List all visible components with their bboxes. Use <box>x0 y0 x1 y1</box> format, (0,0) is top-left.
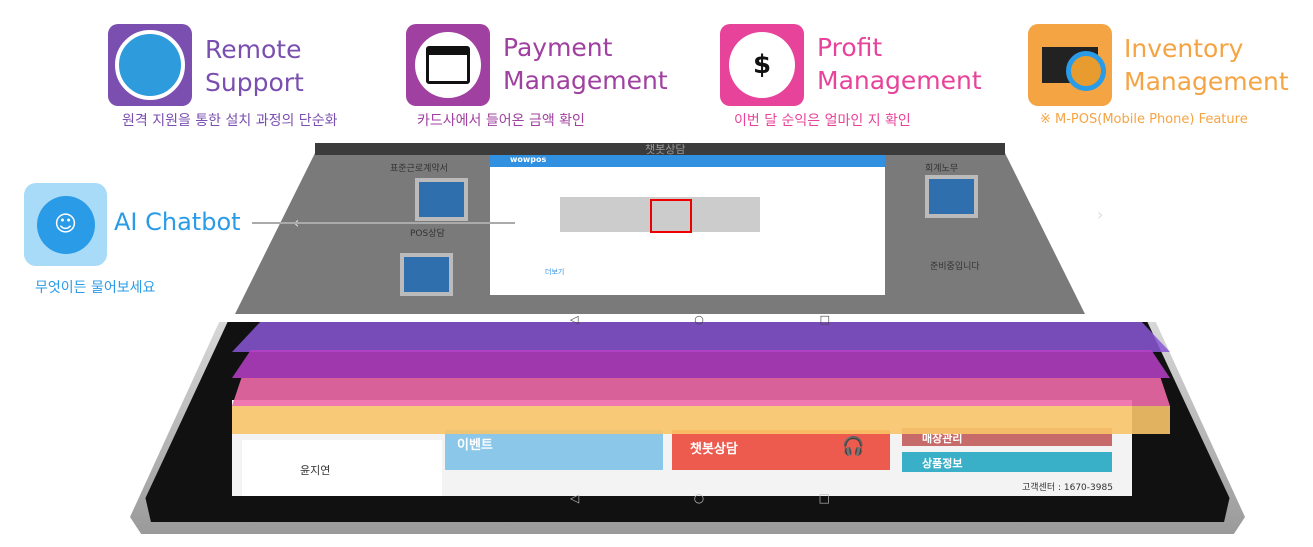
profit-management-subtitle: 이번 달 순익은 얼마인 지 확인 <box>734 113 911 129</box>
home-icon[interactable]: ○ <box>694 491 704 505</box>
tile-product-label: 상품정보 <box>922 457 963 470</box>
profit-management-title: Profit Management <box>817 33 982 95</box>
left-top-label: 표준근로계약서 <box>390 164 448 174</box>
layer-stack <box>232 322 1170 437</box>
tile-chatbot-label: 챗봇상담 <box>690 442 738 457</box>
highlight-box <box>650 199 692 233</box>
document-card-left-top[interactable] <box>415 178 468 221</box>
chatbot-title: AI Chatbot <box>114 208 241 236</box>
user-name: 윤지연 <box>300 464 331 477</box>
profit-chart-icon: $ <box>720 24 804 106</box>
user-card: 윤지연 <box>242 440 442 496</box>
inventory-management-subtitle: ※ M-POS(Mobile Phone) Feature <box>1040 112 1248 127</box>
right-top-label: 회계노무 <box>925 164 959 174</box>
chat-more-link[interactable]: 더보기 <box>545 267 564 277</box>
layer-magenta <box>232 350 1170 378</box>
credit-card-icon <box>406 24 490 106</box>
inventory-management-title: Inventory Management <box>1124 34 1289 96</box>
top-nav-bar: ◁ ○ □ <box>570 313 830 326</box>
layer-pink <box>232 378 1170 406</box>
chatbot-subtitle: 무엇이든 물어보세요 <box>35 280 156 296</box>
chatbot-connector-line <box>252 222 515 224</box>
chat-name: wowpos <box>510 155 547 164</box>
chat-panel: wowpos 더보기 <box>490 155 885 295</box>
tile-product[interactable]: 상품정보 <box>902 452 1112 472</box>
next-arrow-icon[interactable]: › <box>1097 205 1103 224</box>
inventory-search-icon <box>1028 24 1112 106</box>
left-bottom-label: POS상담 <box>410 229 445 239</box>
chatbot-icon: ☺ <box>24 183 107 266</box>
layer-purple <box>232 322 1170 352</box>
chatbot-screen: 챗봇상담 표준근로계약서 POS상담 wowpos 더보기 회계노무 준비중입니… <box>235 143 1103 323</box>
document-card-left-bottom[interactable] <box>400 253 453 296</box>
payment-management-title: Payment Management <box>503 33 668 95</box>
back-icon[interactable]: ◁ <box>570 313 578 326</box>
headset-icon: 🎧 <box>842 436 865 457</box>
home-icon[interactable]: ○ <box>694 313 704 326</box>
recent-apps-icon[interactable]: □ <box>819 491 830 505</box>
bottom-nav-bar: ◁ ○ □ <box>570 491 830 505</box>
payment-management-subtitle: 카드사에서 들어온 금액 확인 <box>417 113 585 129</box>
chat-image <box>560 197 760 233</box>
screen-header-bar: 챗봇상담 <box>315 143 1005 156</box>
document-card-right-top[interactable] <box>925 175 978 218</box>
layer-orange <box>232 406 1170 434</box>
customer-center-text: 고객센터 : 1670-3985 <box>1022 483 1113 493</box>
chat-panel-header: wowpos <box>490 155 885 167</box>
right-bottom-label: 준비중입니다 <box>930 262 980 272</box>
remote-desktop-icon <box>108 24 192 106</box>
recent-apps-icon[interactable]: □ <box>820 313 830 326</box>
remote-support-subtitle: 원격 지원을 통한 설치 과정의 단순화 <box>122 113 338 129</box>
back-icon[interactable]: ◁ <box>570 491 579 505</box>
remote-support-title: Remote Support <box>205 35 304 97</box>
